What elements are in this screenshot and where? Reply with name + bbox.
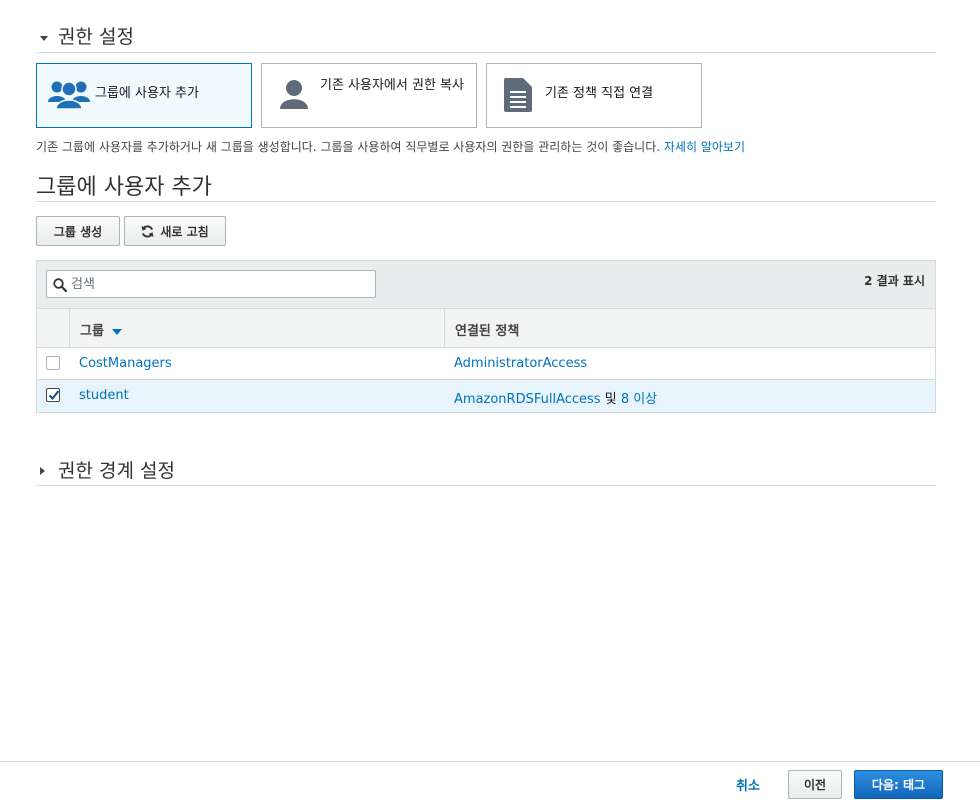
policy-cell: AmazonRDSFullAccess 및 8 이상 [454, 388, 657, 407]
group-name-link[interactable]: CostManagers [79, 356, 172, 371]
row-checkbox[interactable] [46, 388, 60, 402]
table-header-row: 그룹 연결된 정책 [37, 309, 935, 348]
policy-cell: AdministratorAccess [454, 356, 587, 371]
table-toolbar: 2 결과 표시 [37, 261, 935, 309]
user-icon [279, 79, 309, 113]
refresh-button[interactable]: 새로 고침 [124, 216, 226, 246]
table-row[interactable]: student AmazonRDSFullAccess 및 8 이상 [37, 380, 935, 412]
column-header-policy-label: 연결된 정책 [455, 324, 520, 339]
column-header-group-label: 그룹 [80, 324, 104, 339]
group-section-title: 그룹에 사용자 추가 [36, 175, 212, 200]
more-policies-link[interactable]: 8 이상 [621, 392, 657, 407]
permissions-description: 기존 그룹에 사용자를 추가하거나 새 그룹을 생성합니다. 그룹을 사용하여 … [36, 138, 745, 155]
users-group-icon [48, 78, 90, 114]
policy-and-text: 및 [600, 392, 621, 407]
group-section-header: 그룹에 사용자 추가 [36, 166, 936, 202]
next-tags-button-label: 다음: 태그 [871, 778, 926, 792]
previous-button-label: 이전 [803, 778, 827, 792]
refresh-icon [141, 225, 154, 238]
boundary-section-header[interactable]: 권한 경계 설정 [36, 450, 936, 486]
option-attach-policy-label: 기존 정책 직접 연결 [545, 86, 654, 101]
caret-down-icon [40, 36, 48, 41]
document-icon [504, 78, 532, 116]
caret-right-icon [40, 467, 45, 475]
description-text: 기존 그룹에 사용자를 추가하거나 새 그룹을 생성합니다. 그룹을 사용하여 … [36, 140, 664, 154]
refresh-button-label: 새로 고침 [160, 224, 209, 239]
create-group-button[interactable]: 그룹 생성 [36, 216, 120, 246]
search-box[interactable] [46, 270, 376, 298]
column-header-policy: 연결된 정책 [445, 309, 519, 339]
groups-table: 2 결과 표시 그룹 연결된 정책 CostManagers Administr… [36, 260, 936, 413]
search-icon [53, 277, 68, 296]
cancel-button[interactable]: 취소 [736, 775, 760, 794]
learn-more-link[interactable]: 자세히 알아보기 [664, 140, 745, 154]
search-input[interactable] [71, 274, 366, 294]
create-group-button-label: 그룹 생성 [53, 224, 103, 239]
header-checkbox-cell [37, 309, 70, 347]
option-add-to-group[interactable]: 그룹에 사용자 추가 [36, 63, 252, 128]
checkmark-icon [48, 389, 60, 405]
table-row[interactable]: CostManagers AdministratorAccess [37, 348, 935, 380]
option-attach-policy[interactable]: 기존 정책 직접 연결 [486, 63, 702, 128]
boundary-section-title: 권한 경계 설정 [58, 460, 175, 482]
result-count: 2 결과 표시 [864, 274, 925, 288]
sort-desc-icon [111, 328, 122, 335]
option-copy-permissions[interactable]: 기존 사용자에서 권한 복사 [261, 63, 477, 128]
permissions-section-header[interactable]: 권한 설정 [36, 16, 936, 53]
option-add-to-group-label: 그룹에 사용자 추가 [95, 86, 199, 101]
policy-link[interactable]: AmazonRDSFullAccess [454, 392, 601, 407]
option-copy-permissions-label: 기존 사용자에서 권한 복사 [320, 78, 464, 93]
policy-link[interactable]: AdministratorAccess [454, 356, 587, 371]
previous-button[interactable]: 이전 [788, 770, 842, 799]
next-tags-button[interactable]: 다음: 태그 [854, 770, 943, 799]
row-checkbox[interactable] [46, 356, 60, 370]
group-name-link[interactable]: student [79, 388, 129, 403]
column-header-group[interactable]: 그룹 [70, 309, 445, 347]
permissions-section-title: 권한 설정 [58, 26, 134, 48]
wizard-footer: 취소 이전 다음: 태그 [0, 761, 980, 800]
